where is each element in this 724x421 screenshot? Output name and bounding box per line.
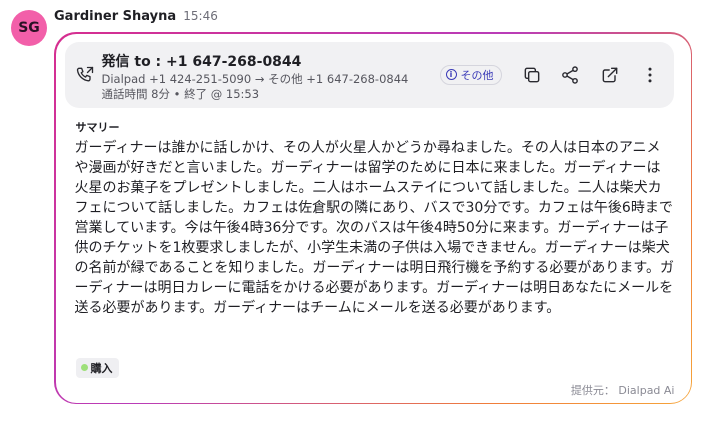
more-vertical-icon[interactable]: [640, 65, 660, 85]
other-button[interactable]: i その他: [439, 64, 502, 85]
call-duration: 通話時間 8分 • 終了 @ 15:53: [101, 86, 260, 101]
call-summary-card: 発信 to : +1 647-268-0844 Dialpad +1 424-2…: [54, 32, 692, 404]
avatar[interactable]: SG: [11, 10, 47, 46]
copy-icon[interactable]: [522, 65, 542, 85]
info-icon: i: [445, 69, 457, 80]
message-header: Gardiner Shayna 15:46: [54, 9, 218, 24]
tag-color-dot: [80, 364, 88, 371]
provider-credit: 提供元： Dialpad Ai: [570, 383, 675, 397]
card-body: 発信 to : +1 647-268-0844 Dialpad +1 424-2…: [55, 33, 691, 403]
external-link-icon[interactable]: [600, 65, 620, 85]
call-route: Dialpad +1 424-251-5090 → その他 +1 647-268…: [101, 71, 409, 86]
call-title: 発信 to : +1 647-268-0844: [101, 53, 302, 70]
call-info-bar: 発信 to : +1 647-268-0844 Dialpad +1 424-2…: [64, 41, 674, 108]
outgoing-call-icon: [76, 66, 93, 81]
tag-label: 購入: [90, 361, 113, 375]
message-timestamp: 15:46: [183, 9, 218, 23]
sender-name[interactable]: Gardiner Shayna: [54, 9, 176, 24]
share-icon[interactable]: [560, 65, 580, 85]
purchase-tag[interactable]: 購入: [75, 357, 119, 378]
summary-heading: サマリー: [75, 120, 120, 134]
summary-text: ガーディナーは誰かに話しかけ、その人が火星人かどうか尋ねました。その人は日本のア…: [74, 139, 674, 317]
other-button-label: その他: [460, 68, 494, 82]
